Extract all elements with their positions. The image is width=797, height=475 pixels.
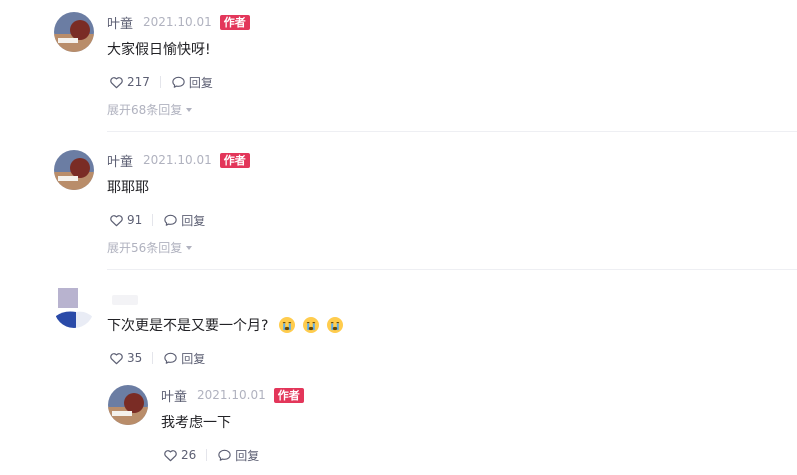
avatar[interactable] [54, 288, 94, 328]
comment-text: 下次更是不是又要一个月? [107, 315, 344, 335]
comment-text-body: 下次更是不是又要一个月? [107, 318, 269, 334]
divider [107, 131, 797, 132]
reply-button[interactable]: 回复 [171, 74, 213, 91]
author-badge: 作者 [273, 387, 304, 403]
comment-bubble-icon [164, 214, 177, 226]
reply-date: 2021.10.01 [197, 388, 266, 402]
caret-down-icon [186, 107, 193, 112]
expand-replies-link[interactable]: 展开56条回复 [107, 239, 193, 256]
comment-bubble-icon [164, 352, 177, 364]
reply-label: 回复 [235, 448, 260, 463]
reply-button[interactable]: 回复 [163, 350, 205, 367]
comment-date: 2021.10.01 [143, 15, 212, 29]
separator [159, 76, 161, 88]
author-name[interactable]: 叶童 [107, 151, 133, 170]
comment-text: 大家假日愉快呀! [107, 42, 211, 58]
like-count: 35 [127, 351, 143, 365]
comment-bubble-icon [218, 449, 231, 461]
expand-replies-label: 展开56条回复 [107, 241, 183, 255]
author-name[interactable]: 叶童 [107, 13, 133, 32]
author-badge: 作者 [219, 14, 250, 30]
hidden-username [112, 295, 138, 305]
comment-date: 2021.10.01 [143, 153, 212, 167]
like-button[interactable]: 217 [109, 75, 150, 90]
comment-actions: 217 回复 [109, 73, 213, 91]
author-badge: 作者 [219, 152, 250, 168]
comment-meta: 叶童 2021.10.01 作者 [107, 13, 250, 32]
caret-down-icon [186, 245, 193, 250]
separator [152, 352, 154, 364]
avatar[interactable] [108, 385, 148, 425]
reply-meta: 叶童 2021.10.01 作者 [161, 386, 304, 405]
crying-emoji-icon [279, 317, 296, 333]
crying-emoji-icon [327, 317, 344, 333]
reply-label: 回复 [188, 75, 213, 90]
heart-icon [110, 214, 123, 226]
crying-emoji-icon [303, 317, 320, 333]
reply-button[interactable]: 回复 [217, 447, 259, 464]
heart-icon [110, 76, 123, 88]
avatar[interactable] [54, 12, 94, 52]
expand-replies-link[interactable]: 展开68条回复 [107, 101, 193, 118]
heart-icon [110, 352, 123, 364]
expand-replies-label: 展开68条回复 [107, 103, 183, 117]
separator [152, 214, 154, 226]
heart-icon [164, 449, 177, 461]
like-count: 26 [181, 448, 197, 462]
like-count: 91 [127, 213, 143, 227]
like-button[interactable]: 35 [109, 351, 142, 366]
comment-meta: 叶童 2021.10.01 作者 [107, 151, 250, 170]
reply-button[interactable]: 回复 [163, 212, 205, 229]
reply-actions: 26 回复 [163, 446, 259, 464]
avatar[interactable] [54, 150, 94, 190]
author-name[interactable]: 叶童 [161, 386, 187, 405]
like-button[interactable]: 91 [109, 213, 142, 228]
reply-text: 我考虑一下 [161, 415, 231, 431]
like-count: 217 [127, 75, 150, 89]
divider [107, 269, 797, 270]
reply-label: 回复 [181, 351, 206, 366]
like-button[interactable]: 26 [163, 448, 196, 463]
comment-actions: 91 回复 [109, 211, 205, 229]
comment-text: 耶耶耶 [107, 180, 149, 196]
reply-label: 回复 [181, 213, 206, 228]
comment-bubble-icon [172, 76, 185, 88]
comment-actions: 35 回复 [109, 349, 205, 367]
separator [206, 449, 208, 461]
